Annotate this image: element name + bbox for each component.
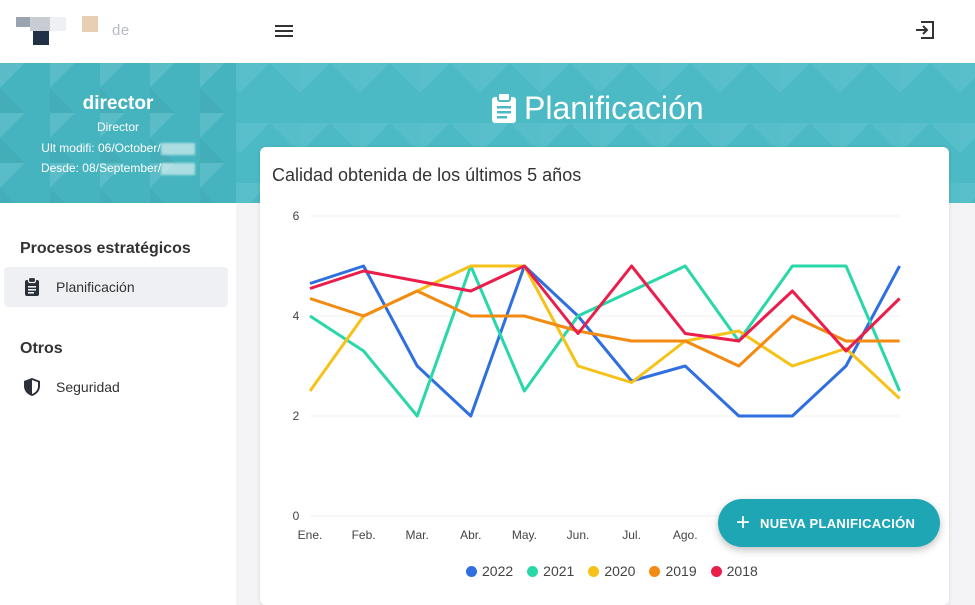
- top-bar: de: [0, 0, 975, 64]
- sidebar: Procesos estratégicos Planificación Otro…: [0, 203, 236, 605]
- plus-icon: +: [736, 509, 751, 536]
- y-tick-label: 0: [293, 509, 300, 523]
- x-tick-label: Mar.: [406, 528, 429, 542]
- page-title-text: Planificación: [524, 89, 704, 126]
- clipboard-icon: [492, 92, 516, 123]
- legend-label: 2019: [665, 563, 697, 579]
- series-line-2021[interactable]: [309, 264, 901, 418]
- x-tick-label: Jul.: [622, 528, 641, 542]
- new-planning-button[interactable]: + NUEVA PLANIFICACIÓN: [718, 499, 940, 547]
- shield-icon: [22, 377, 42, 397]
- hamburger-menu-button[interactable]: [270, 18, 298, 44]
- legend-item-2018[interactable]: 2018: [710, 563, 758, 579]
- user-since: Desde: 08/September/: [40, 161, 162, 175]
- legend-item-2019[interactable]: 2019: [649, 563, 697, 579]
- legend-label: 2018: [726, 563, 758, 579]
- user-name: director: [82, 93, 154, 114]
- sidebar-item-seguridad[interactable]: Seguridad: [4, 367, 228, 407]
- sidebar-item-label: Seguridad: [56, 379, 120, 395]
- logo-text: de: [112, 22, 130, 39]
- redacted-text: [160, 142, 195, 155]
- user-last-modified: Ult modifi: 06/October/: [41, 141, 161, 155]
- legend-label: 2020: [604, 563, 636, 579]
- user-role: Director: [96, 120, 139, 134]
- app-logo: de: [16, 14, 196, 50]
- legend-item-2022[interactable]: 2022: [466, 563, 513, 579]
- page-title: Planificación: [490, 86, 704, 130]
- legend-label: 2021: [543, 563, 575, 579]
- y-tick-label: 4: [293, 309, 300, 323]
- legend-dot: [710, 565, 722, 577]
- clipboard-icon: [22, 277, 42, 297]
- quality-line-chart: 0 2 4 6 Ene. Feb. Mar. Abr. May. Jun. Jul. Ago.: [293, 209, 901, 542]
- x-tick-label: Abr.: [460, 528, 481, 542]
- x-tick-label: Ene.: [298, 528, 323, 542]
- user-profile-card: director Director Ult modifi: 06/October…: [0, 63, 236, 203]
- redacted-text: [161, 162, 196, 175]
- new-planning-label: NUEVA PLANIFICACIÓN: [760, 515, 916, 531]
- legend-dot: [466, 565, 477, 577]
- legend-dot: [527, 565, 539, 577]
- sidebar-item-label: Planificación: [56, 279, 135, 295]
- x-tick-label: Feb.: [352, 528, 376, 542]
- y-tick-label: 6: [293, 209, 300, 223]
- legend-dot: [649, 565, 661, 577]
- x-tick-label: Ago.: [673, 528, 698, 542]
- menu-icon: [275, 25, 293, 27]
- sidebar-item-planificacion[interactable]: Planificación: [4, 267, 228, 307]
- logout-button[interactable]: [912, 18, 940, 44]
- y-tick-label: 2: [293, 409, 300, 423]
- legend-label: 2022: [482, 563, 514, 579]
- legend-item-2020[interactable]: 2020: [588, 563, 635, 579]
- chart-legend: 2022 2021 2020 2019 2018: [466, 563, 758, 579]
- sidebar-section-title: Procesos estratégicos: [20, 240, 191, 257]
- legend-dot: [588, 565, 600, 577]
- logout-icon: [916, 21, 934, 39]
- x-tick-label: Jun.: [567, 528, 590, 542]
- series-line-2018[interactable]: [309, 264, 901, 353]
- legend-item-2021[interactable]: 2021: [527, 563, 574, 579]
- x-tick-label: May.: [512, 528, 537, 542]
- sidebar-section-title: Otros: [20, 340, 63, 357]
